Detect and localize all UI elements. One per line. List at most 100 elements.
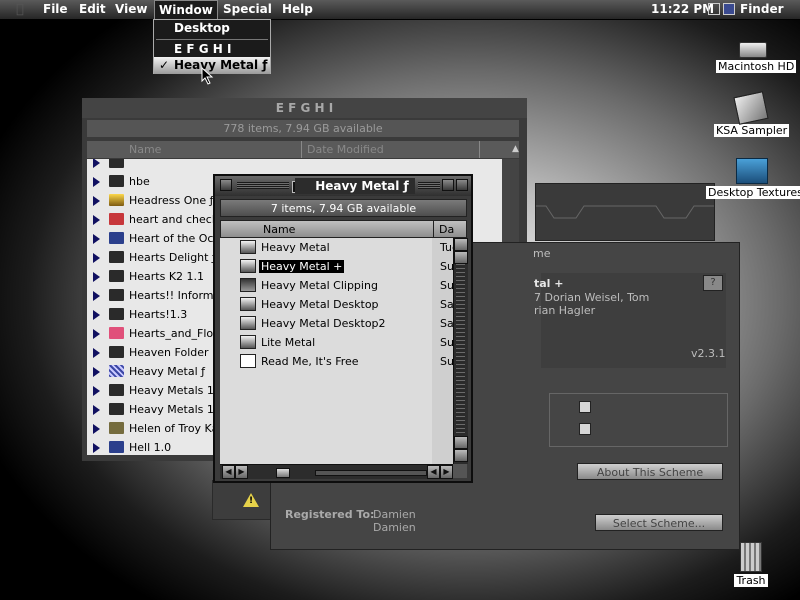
menu-view[interactable]: View: [115, 2, 147, 16]
heavy-metal-titlebar[interactable]: Heavy Metal ƒ: [215, 176, 471, 196]
registered-name-2: Damien: [373, 521, 416, 534]
scroll-track[interactable]: [315, 470, 427, 476]
scroll-thumb[interactable]: [276, 468, 290, 478]
zoom-box-icon[interactable]: [442, 179, 454, 191]
disclosure-triangle-icon[interactable]: [93, 329, 100, 339]
folder-icon: [109, 232, 124, 244]
column-divider: [301, 141, 302, 158]
folder-icon: [109, 289, 124, 301]
alert-window[interactable]: !: [212, 480, 276, 520]
scroll-up-arrow-icon[interactable]: [454, 436, 468, 449]
scroll-right-arrow-icon[interactable]: ▶: [235, 465, 248, 479]
list-item-name: Heavy Metals 1.5: [129, 384, 225, 397]
window-menu-dropdown: Desktop E F G H I ✓ Heavy Metal ƒ: [153, 19, 271, 74]
list-item[interactable]: Heavy Metal Desktop Sat: [220, 295, 453, 314]
heavy-metal-hscroll[interactable]: ◀ ▶ ◀ ▶: [220, 464, 453, 479]
list-item-name: Headress One ƒ: [129, 194, 214, 207]
scheme-file-icon: [240, 335, 256, 349]
resize-grow-box-icon[interactable]: [453, 464, 467, 478]
scheme-option-checkbox-1[interactable]: [579, 401, 591, 413]
disclosure-triangle-icon[interactable]: [93, 291, 100, 301]
desktop-icon-label: Trash: [734, 574, 768, 587]
list-item[interactable]: Heavy Metal + Sun: [220, 257, 453, 276]
list-item[interactable]: Heavy Metal Tue: [220, 238, 453, 257]
heavy-metal-file-list[interactable]: Heavy MetalTueHeavy Metal +SunHeavy Meta…: [220, 238, 453, 464]
list-item[interactable]: [87, 159, 502, 172]
list-item-name: heart and check1: [129, 213, 226, 226]
scheme-option-checkbox-2[interactable]: [579, 423, 591, 435]
scroll-left-arrow-icon[interactable]: ◀: [222, 465, 235, 479]
appearance-panel-back[interactable]: [535, 183, 715, 241]
hm-col-name[interactable]: Name: [263, 223, 295, 236]
control-strip-icon[interactable]: [708, 3, 720, 15]
window-menu-item-desktop[interactable]: Desktop: [154, 20, 270, 37]
scroll-down-arrow-icon[interactable]: [454, 251, 468, 264]
document-icon: [240, 354, 256, 368]
list-item[interactable]: Heavy Metal Desktop2 Sat: [220, 314, 453, 333]
heavy-metal-vscroll[interactable]: [453, 238, 468, 464]
help-button[interactable]: ?: [703, 275, 723, 291]
scroll-up-arrow-icon[interactable]: [454, 238, 468, 251]
scheme-version: v2.3.1: [691, 347, 726, 360]
list-item[interactable]: Lite Metal Sun: [220, 333, 453, 352]
window-menu-item-efghi[interactable]: E F G H I: [154, 41, 270, 58]
scheme-credits-2: rian Hagler: [534, 304, 596, 317]
checkmark-icon: ✓: [158, 58, 170, 72]
finder-app-icon[interactable]: [723, 3, 735, 15]
desktop-icon-ksa-sampler[interactable]: KSA Sampler: [714, 91, 790, 137]
heavy-metal-window[interactable]: Heavy Metal ƒ 7 items, 7.94 GB available…: [213, 174, 473, 483]
menu-edit[interactable]: Edit: [79, 2, 106, 16]
list-item-date: Tue: [440, 241, 453, 254]
disclosure-triangle-icon[interactable]: [93, 196, 100, 206]
menu-file[interactable]: File: [43, 2, 68, 16]
disclosure-triangle-icon[interactable]: [93, 405, 100, 415]
collapse-box-icon[interactable]: [456, 179, 468, 191]
disclosure-triangle-icon[interactable]: [93, 272, 100, 282]
list-item-name: Hearts K2 1.1: [129, 270, 205, 283]
menu-clock[interactable]: 11:22 PM: [651, 2, 714, 16]
close-box-icon[interactable]: [220, 179, 232, 191]
disclosure-triangle-icon[interactable]: [93, 348, 100, 358]
folder-icon: [109, 251, 124, 263]
disclosure-triangle-icon[interactable]: [93, 215, 100, 225]
select-scheme-button[interactable]: Select Scheme...: [595, 514, 723, 531]
titlebar-grip: [418, 182, 440, 189]
window-menu-item-label: Heavy Metal ƒ: [174, 58, 268, 72]
apple-menu-icon[interactable]: : [16, 2, 30, 17]
efghi-col-date[interactable]: Date Modified: [307, 143, 384, 156]
menu-help[interactable]: Help: [282, 2, 313, 16]
about-scheme-button[interactable]: About This Scheme: [577, 463, 723, 480]
disclosure-triangle-icon[interactable]: [93, 386, 100, 396]
disclosure-triangle-icon[interactable]: [93, 234, 100, 244]
scroll-right-arrow-icon[interactable]: ▶: [440, 465, 453, 479]
scroll-left-arrow-icon[interactable]: ◀: [427, 465, 440, 479]
scheme-file-icon: [240, 297, 256, 311]
disclosure-triangle-icon[interactable]: [93, 367, 100, 377]
menu-special[interactable]: Special: [223, 2, 272, 16]
scroll-down-arrow-icon[interactable]: [454, 449, 468, 462]
menu-window[interactable]: Window: [154, 0, 218, 19]
disclosure-triangle-icon[interactable]: [93, 424, 100, 434]
list-item[interactable]: Heavy Metal Clipping Sun: [220, 276, 453, 295]
efghi-col-name[interactable]: Name: [129, 143, 161, 156]
list-item-date: Sun: [440, 260, 453, 273]
efghi-titlebar[interactable]: E F G H I: [82, 98, 527, 118]
list-item[interactable]: Read Me, It's Free Sun: [220, 352, 453, 371]
scroll-track[interactable]: [456, 264, 465, 434]
scheme-credits-1: 7 Dorian Weisel, Tom: [534, 291, 650, 304]
disclosure-triangle-icon[interactable]: [93, 443, 100, 453]
hm-col-date[interactable]: Da: [439, 223, 454, 236]
menu-bar:  File Edit View Window Special Help 11:…: [0, 0, 800, 20]
sort-direction-icon[interactable]: ▲: [512, 144, 519, 154]
disclosure-triangle-icon[interactable]: [93, 310, 100, 320]
list-item-name: Read Me, It's Free: [261, 355, 359, 368]
application-menu[interactable]: Finder: [740, 2, 784, 16]
desktop-icon-trash[interactable]: Trash: [728, 542, 774, 587]
disclosure-triangle-icon[interactable]: [93, 253, 100, 263]
disclosure-triangle-icon[interactable]: [93, 159, 100, 168]
desktop-icon-macintosh-hd[interactable]: Macintosh HD: [716, 42, 797, 73]
disclosure-triangle-icon[interactable]: [93, 177, 100, 187]
desktop-icon-desktop-textures[interactable]: Desktop Textures: [706, 158, 800, 199]
list-item-name: Heavy Metal +: [259, 260, 345, 273]
efghi-title: E F G H I: [275, 101, 334, 115]
